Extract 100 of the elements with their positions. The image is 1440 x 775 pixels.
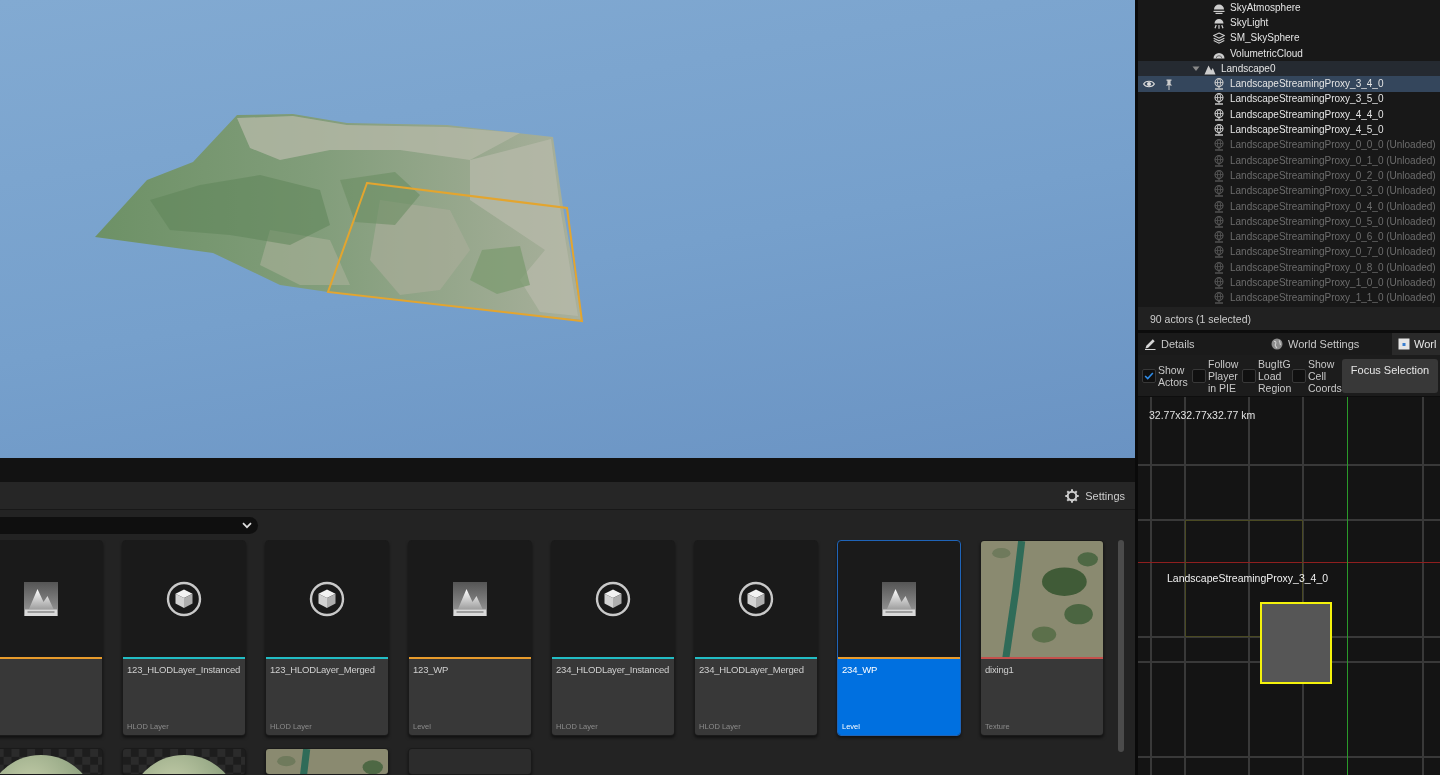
- checkbox-label[interactable]: Show Actors: [1158, 363, 1192, 388]
- actor-name: LandscapeStreamingProxy_0_1_0 (Unloaded): [1230, 153, 1436, 168]
- settings-button[interactable]: Settings: [1063, 486, 1127, 505]
- outliner-row[interactable]: LandscapeStreamingProxy_0_5_0 (Unloaded): [1138, 214, 1440, 230]
- cube-icon: [166, 581, 202, 617]
- globe-icon: [1271, 338, 1283, 350]
- globe-stand-icon: [1213, 277, 1225, 289]
- actor-name: LandscapeStreamingProxy_1_0_0 (Unloaded): [1230, 276, 1436, 290]
- outliner-row[interactable]: VolumetricCloud: [1138, 45, 1440, 62]
- cube-icon: [595, 581, 631, 617]
- mountain-icon: [24, 582, 58, 616]
- actor-name: LandscapeStreamingProxy_0_7_0 (Unloaded): [1230, 245, 1436, 260]
- globe-stand-icon: [1213, 185, 1225, 198]
- scrollbar[interactable]: [1118, 540, 1124, 752]
- actor-name: VolumetricCloud: [1230, 46, 1303, 61]
- globe-stand-icon: [1213, 261, 1225, 274]
- checkbox-label[interactable]: BugItG Load Region: [1258, 357, 1292, 394]
- tab[interactable]: Details: [1138, 333, 1265, 355]
- outliner-row[interactable]: SkyLight: [1138, 15, 1440, 31]
- outliner-row[interactable]: LandscapeStreamingProxy_0_8_0 (Unloaded): [1138, 260, 1440, 276]
- actor-name: SkyLight: [1230, 15, 1269, 30]
- checkbox-label[interactable]: Follow Player in PIE: [1208, 357, 1242, 394]
- actor-name: LandscapeStreamingProxy_0_6_0 (Unloaded): [1230, 230, 1436, 245]
- globe-stand-icon: [1213, 139, 1225, 152]
- asset-tile[interactable]: [0, 748, 103, 775]
- actor-name: LandscapeStreamingProxy_3_4_0: [1230, 77, 1384, 92]
- tile-icon: [1398, 338, 1410, 350]
- tab[interactable]: World Settings: [1265, 333, 1392, 355]
- caret-icon[interactable]: [1192, 64, 1200, 73]
- outliner-row[interactable]: LandscapeStreamingProxy_0_3_0 (Unloaded): [1138, 183, 1440, 199]
- asset-tile[interactable]: [265, 748, 389, 775]
- layers-icon: [1213, 32, 1225, 45]
- outliner-row[interactable]: LandscapeStreamingProxy_1_1_0 (Unloaded): [1138, 290, 1440, 306]
- outliner-row[interactable]: SM_SkySphere: [1138, 30, 1440, 46]
- outliner-row[interactable]: LandscapeStreamingProxy_3_5_0: [1138, 91, 1440, 108]
- actor-name: Landscape0: [1221, 61, 1276, 76]
- globe-stand-icon: [1213, 200, 1225, 213]
- outliner-row[interactable]: LandscapeStreamingProxy_0_7_0 (Unloaded): [1138, 244, 1440, 261]
- settings-icon: [1065, 488, 1080, 503]
- globe-stand-icon: [1213, 231, 1225, 244]
- actor-name: LandscapeStreamingProxy_0_2_0 (Unloaded): [1230, 168, 1436, 183]
- pencil-icon: [1144, 338, 1156, 350]
- checkbox[interactable]: [1142, 368, 1156, 383]
- mountain-icon: [453, 582, 487, 616]
- actor-name: LandscapeStreamingProxy_0_3_0 (Unloaded): [1230, 184, 1436, 199]
- actor-name: LandscapeStreamingProxy_4_4_0: [1230, 107, 1384, 122]
- asset-name: 123_HLODLayer_Instanced: [127, 663, 241, 676]
- outliner-row[interactable]: LandscapeStreamingProxy_3_4_0: [1138, 76, 1440, 92]
- actor-name: SkyAtmosphere: [1230, 0, 1301, 15]
- asset-name: 123_HLODLayer_Merged: [270, 663, 376, 676]
- globe-stand-icon: [1213, 78, 1225, 91]
- outliner-row[interactable]: SkyAtmosphere: [1138, 0, 1440, 16]
- actor-count: 90 actors (1 selected): [1150, 312, 1251, 325]
- outliner-row[interactable]: LandscapeStreamingProxy_0_4_0 (Unloaded): [1138, 198, 1440, 215]
- cube-icon: [309, 581, 345, 617]
- actor-label: LandscapeStreamingProxy_3_4_0: [1167, 572, 1329, 584]
- globe-stand-icon: [1213, 169, 1225, 182]
- outliner-row[interactable]: LandscapeStreamingProxy_1_0_0 (Unloaded): [1138, 275, 1440, 291]
- dome-rays-icon: [1213, 16, 1225, 29]
- asset-name: 123_WP: [413, 663, 450, 676]
- globe-stand-icon: [1213, 246, 1225, 259]
- eye-icon[interactable]: [1143, 79, 1155, 90]
- actor-bounds[interactable]: [1260, 602, 1332, 684]
- outliner-row[interactable]: LandscapeStreamingProxy_0_0_0 (Unloaded): [1138, 137, 1440, 153]
- scale-label: 32.77x32.77x32.77 km: [1149, 409, 1256, 421]
- asset-tile[interactable]: [0, 540, 103, 736]
- cube-icon: [738, 581, 774, 617]
- actor-name: LandscapeStreamingProxy_4_5_0: [1230, 123, 1384, 137]
- globe-stand-icon: [1213, 154, 1225, 167]
- actor-name: LandscapeStreamingProxy_1_1_0 (Unloaded): [1230, 291, 1436, 306]
- outliner-row[interactable]: LandscapeStreamingProxy_0_1_0 (Unloaded): [1138, 152, 1440, 169]
- pin-icon[interactable]: [1165, 78, 1173, 90]
- outliner-row[interactable]: LandscapeStreamingProxy_0_6_0 (Unloaded): [1138, 229, 1440, 245]
- asset-tile[interactable]: [122, 748, 246, 775]
- outliner-row[interactable]: Landscape0: [1138, 61, 1440, 77]
- outliner-row[interactable]: LandscapeStreamingProxy_4_5_0: [1138, 122, 1440, 138]
- focus-selection-button[interactable]: Focus Selection: [1342, 358, 1438, 393]
- globe-stand-icon: [1213, 108, 1225, 121]
- mountain-icon: [882, 582, 916, 616]
- globe-stand-icon: [1213, 93, 1225, 106]
- asset-name: 234_HLODLayer_Instanced: [556, 663, 670, 676]
- outliner-row[interactable]: LandscapeStreamingProxy_4_4_0: [1138, 107, 1440, 123]
- tab[interactable]: Worl: [1392, 333, 1440, 355]
- checkbox[interactable]: [1292, 368, 1306, 383]
- actor-name: LandscapeStreamingProxy_0_5_0 (Unloaded): [1230, 214, 1436, 229]
- checkbox-label[interactable]: Show Cell Coords: [1308, 357, 1342, 394]
- asset-name: 234_WP: [842, 663, 879, 676]
- globe-stand-icon: [1213, 292, 1225, 305]
- outliner-row[interactable]: LandscapeStreamingProxy_0_2_0 (Unloaded): [1138, 168, 1440, 184]
- actor-name: LandscapeStreamingProxy_0_4_0 (Unloaded): [1230, 199, 1436, 214]
- actor-name: LandscapeStreamingProxy_0_8_0 (Unloaded): [1230, 260, 1436, 275]
- actor-name: LandscapeStreamingProxy_3_5_0: [1230, 92, 1384, 107]
- checkbox[interactable]: [1242, 368, 1256, 383]
- actor-name: LandscapeStreamingProxy_0_0_0 (Unloaded): [1230, 138, 1436, 153]
- asset-name: dixing1: [985, 663, 1015, 676]
- globe-stand-icon: [1213, 215, 1225, 228]
- globe-stand-icon: [1213, 124, 1225, 136]
- checkbox[interactable]: [1192, 368, 1206, 383]
- chevron-down-icon: [242, 521, 252, 529]
- asset-name: 234_HLODLayer_Merged: [699, 663, 805, 676]
